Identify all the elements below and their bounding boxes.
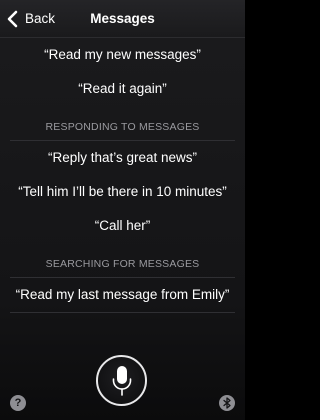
microphone-icon	[112, 365, 131, 396]
examples-list: “Read my new messages” “Read it again” R…	[0, 38, 245, 313]
bluetooth-button[interactable]	[219, 395, 235, 411]
help-button[interactable]: ?	[10, 395, 26, 411]
example-phrase-read-last-emily[interactable]: “Read my last message from Emily”	[0, 278, 245, 312]
example-phrase-tell-him[interactable]: “Tell him I’ll be there in 10 minutes”	[0, 175, 245, 209]
example-phrase-read-again[interactable]: “Read it again”	[0, 72, 245, 106]
bluetooth-icon	[223, 397, 231, 409]
question-mark-icon: ?	[14, 397, 22, 409]
microphone-button[interactable]	[96, 355, 147, 406]
example-phrase-reply[interactable]: “Reply that’s great news”	[0, 141, 245, 175]
navigation-bar: Back Messages	[0, 0, 245, 38]
section-header-searching: SEARCHING FOR MESSAGES	[45, 258, 200, 270]
section-header-responding: RESPONDING TO MESSAGES	[45, 121, 200, 133]
example-phrase-read-new[interactable]: “Read my new messages”	[0, 38, 245, 72]
page-title: Messages	[90, 11, 155, 26]
divider	[10, 312, 235, 313]
example-phrase-call-her[interactable]: “Call her”	[0, 209, 245, 243]
